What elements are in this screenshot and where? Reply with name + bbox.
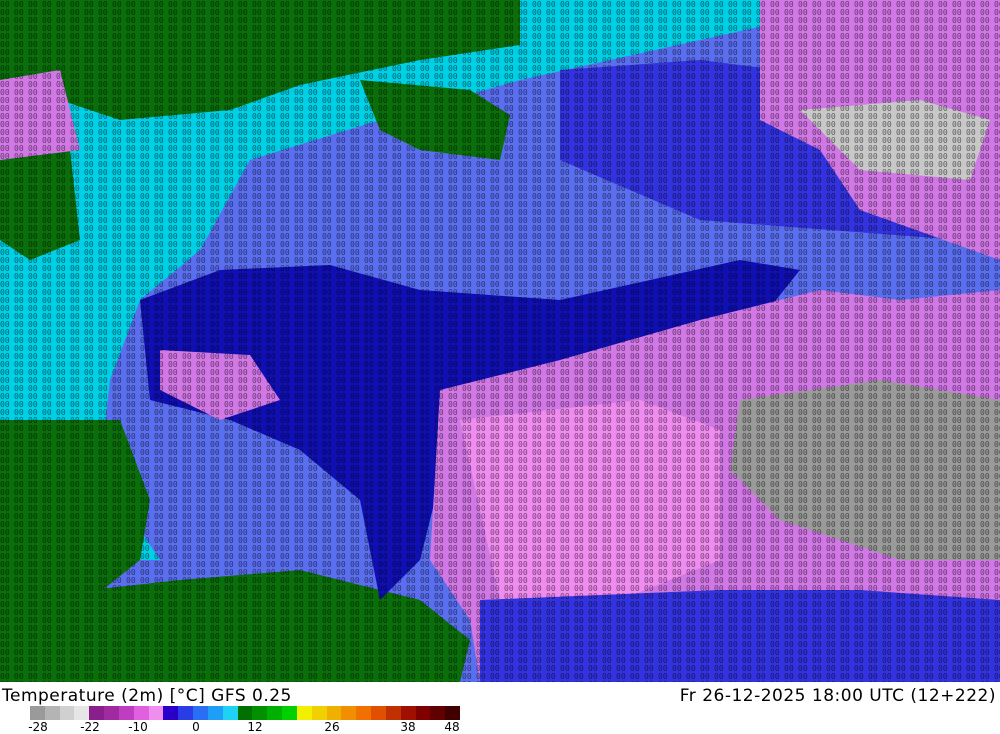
legend-tick: 0 xyxy=(192,720,200,734)
map-title: Temperature (2m) [°C] GFS 0.25 xyxy=(2,686,292,706)
legend-swatch xyxy=(282,706,298,720)
color-legend xyxy=(30,706,461,720)
legend-swatch xyxy=(430,706,446,720)
legend-swatch xyxy=(267,706,283,720)
legend-swatch xyxy=(445,706,461,720)
legend-swatch xyxy=(415,706,431,720)
legend-swatch xyxy=(385,706,402,720)
map-footer: Temperature (2m) [°C] GFS 0.25 Fr 26-12-… xyxy=(0,682,1000,734)
legend-swatch xyxy=(326,706,342,720)
legend-ticks: -28 -22 -10 0 12 26 38 48 xyxy=(0,720,480,734)
legend-swatch xyxy=(133,706,150,720)
legend-tick: -28 xyxy=(28,720,48,734)
legend-swatch xyxy=(104,706,120,720)
digit-overlay xyxy=(0,0,1000,682)
legend-swatch xyxy=(193,706,209,720)
legend-swatch xyxy=(296,706,313,720)
legend-swatch xyxy=(118,706,135,720)
map-timestamp: Fr 26-12-2025 18:00 UTC (12+222) xyxy=(679,686,996,706)
legend-swatch xyxy=(89,706,105,720)
legend-swatch xyxy=(341,706,357,720)
legend-tick: -22 xyxy=(80,720,100,734)
legend-swatch xyxy=(59,706,75,720)
legend-swatch xyxy=(311,706,328,720)
legend-swatch xyxy=(237,706,253,720)
legend-swatch xyxy=(30,706,46,720)
legend-tick: 12 xyxy=(247,720,263,734)
legend-swatch xyxy=(252,706,268,720)
legend-swatch xyxy=(74,706,90,720)
legend-swatch xyxy=(356,706,372,720)
legend-swatch xyxy=(148,706,164,720)
legend-swatch xyxy=(44,706,61,720)
legend-tick: -10 xyxy=(128,720,148,734)
weather-map-frame: 00 Temperature (2m) [°C] GFS 0.25 Fr 26-… xyxy=(0,0,1000,734)
legend-tick: 48 xyxy=(444,720,460,734)
legend-swatch xyxy=(400,706,416,720)
legend-swatch xyxy=(222,706,239,720)
legend-swatch xyxy=(178,706,194,720)
legend-tick: 26 xyxy=(324,720,340,734)
legend-swatch xyxy=(207,706,224,720)
legend-swatch xyxy=(371,706,387,720)
legend-swatch xyxy=(163,706,179,720)
temperature-map: 00 xyxy=(0,0,1000,682)
legend-tick: 38 xyxy=(400,720,416,734)
